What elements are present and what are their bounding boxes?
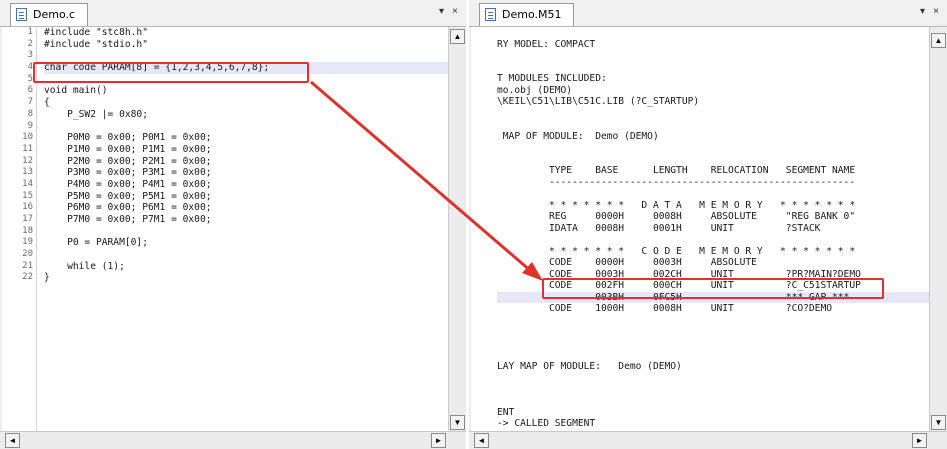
arrow-line (310, 80, 533, 274)
annotation-arrow (310, 80, 543, 281)
